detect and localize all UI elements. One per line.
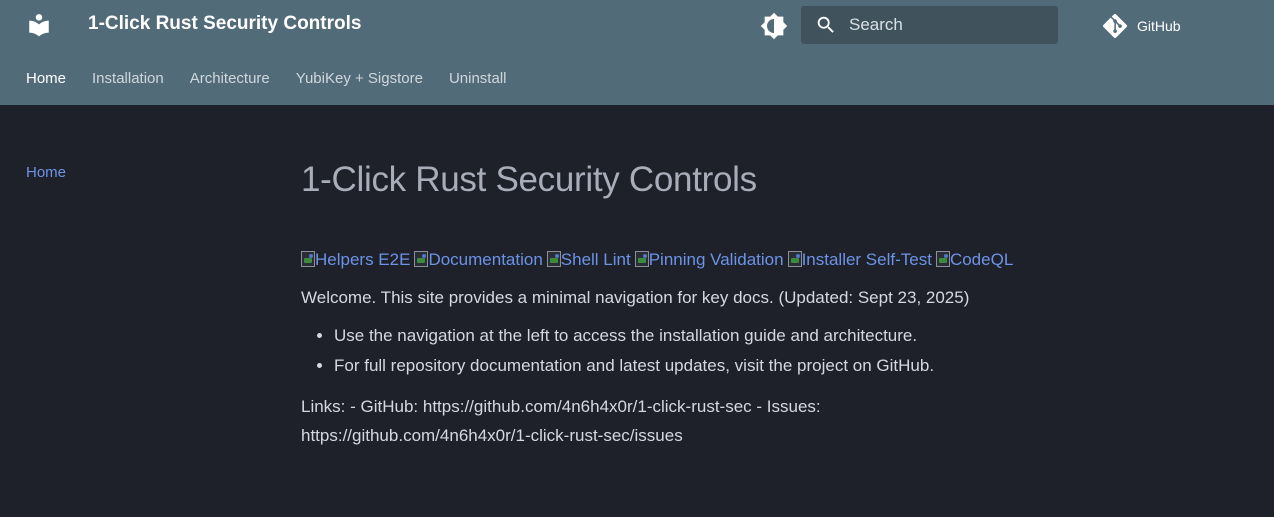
badge-documentation[interactable]: Documentation <box>414 250 543 270</box>
sidebar-item-home[interactable]: Home <box>26 164 66 181</box>
github-repo-link[interactable]: GitHub <box>1103 13 1181 39</box>
badge-alt-text: Documentation <box>428 250 543 269</box>
brightness-toggle-icon[interactable] <box>760 12 788 40</box>
badge-alt-text: CodeQL <box>949 250 1014 269</box>
welcome-text: Welcome. This site provides a minimal na… <box>301 288 970 307</box>
broken-image-icon <box>634 251 649 267</box>
badge-shell-lint[interactable]: Shell Lint <box>546 250 631 270</box>
tab-yubikey-sigstore[interactable]: YubiKey + Sigstore <box>296 70 423 87</box>
info-list: Use the navigation at the left to access… <box>301 326 1201 376</box>
badge-alt-text: Pinning Validation <box>648 250 784 269</box>
main-content: 1-Click Rust Security Controls Helpers E… <box>301 160 1201 450</box>
search-icon <box>817 16 834 33</box>
broken-image-icon <box>414 251 429 267</box>
links-paragraph: Links: - GitHub: https://github.com/4n6h… <box>301 397 821 445</box>
badge-codeql[interactable]: CodeQL <box>935 250 1014 270</box>
tab-home[interactable]: Home <box>26 70 66 87</box>
broken-image-icon <box>935 251 950 267</box>
tab-uninstall[interactable]: Uninstall <box>449 70 507 87</box>
github-label: GitHub <box>1137 18 1181 34</box>
sidebar-nav: Home <box>26 164 66 182</box>
broken-image-icon <box>301 251 315 267</box>
badge-alt-text: Shell Lint <box>560 250 631 269</box>
site-title[interactable]: 1-Click Rust Security Controls <box>88 13 361 35</box>
search-input[interactable] <box>849 6 1049 44</box>
broken-image-icon <box>546 251 561 267</box>
book-logo-icon[interactable] <box>26 12 52 38</box>
git-icon <box>1103 14 1127 38</box>
site-header: 1-Click Rust Security Controls GitHub Ho… <box>0 0 1274 105</box>
broken-image-icon <box>787 251 802 267</box>
badge-row: Helpers E2E Documentation Shell Lint Pin… <box>301 250 1201 270</box>
search-box[interactable] <box>801 6 1058 44</box>
list-item: For full repository documentation and la… <box>334 356 1201 376</box>
tab-architecture[interactable]: Architecture <box>190 70 270 87</box>
badge-helpers-e2e[interactable]: Helpers E2E <box>301 250 410 270</box>
badge-alt-text: Installer Self-Test <box>801 250 932 269</box>
top-tabs: Home Installation Architecture YubiKey +… <box>26 70 532 87</box>
tab-installation[interactable]: Installation <box>92 70 164 87</box>
badge-installer-self-test[interactable]: Installer Self-Test <box>787 250 932 270</box>
list-item: Use the navigation at the left to access… <box>334 326 1201 346</box>
badge-pinning-validation[interactable]: Pinning Validation <box>634 250 784 270</box>
badge-alt-text: Helpers E2E <box>315 250 411 269</box>
page-title: 1-Click Rust Security Controls <box>301 160 757 199</box>
